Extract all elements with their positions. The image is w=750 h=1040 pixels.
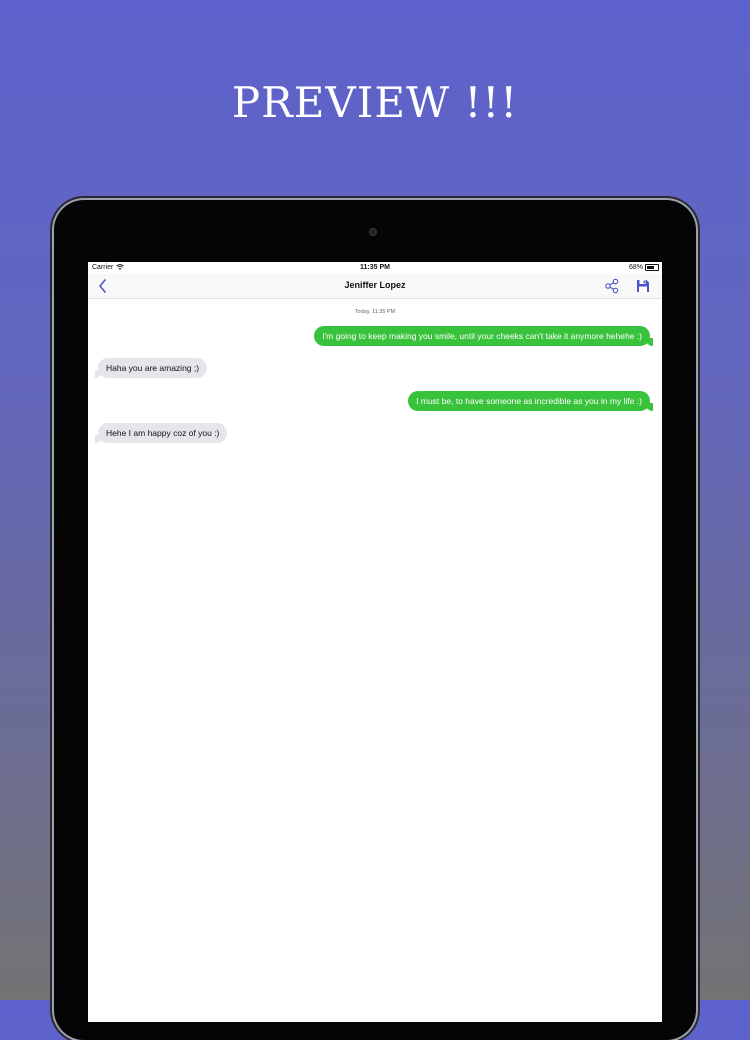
preview-headline: PREVIEW !!!	[231, 78, 519, 127]
chat-screen: Carrier 11:35 PM 68% Jeniffer Lopez Toda…	[88, 262, 662, 1022]
message-bubble-sent[interactable]: I must be, to have someone as incredible…	[408, 391, 653, 411]
share-icon	[605, 278, 619, 294]
navigation-bar: Jeniffer Lopez	[88, 274, 662, 299]
tablet-device: Carrier 11:35 PM 68% Jeniffer Lopez Toda…	[54, 200, 696, 1040]
message-bubble-sent[interactable]: I'm going to keep making you smile, unti…	[314, 326, 653, 346]
front-camera	[369, 228, 377, 236]
save-icon	[637, 280, 649, 292]
status-bar: Carrier 11:35 PM 68%	[88, 262, 662, 274]
save-button[interactable]	[635, 277, 651, 295]
message-bubble-received[interactable]: Haha you are amazing ;)	[94, 358, 208, 378]
battery-percent: 68%	[628, 264, 643, 271]
status-time: 11:35 PM	[360, 264, 390, 271]
share-button[interactable]	[604, 277, 620, 295]
battery-level	[647, 266, 654, 269]
message-bubble-received[interactable]: Hehe I am happy coz of you :)	[94, 423, 228, 443]
contact-name-title: Jeniffer Lopez	[344, 280, 406, 290]
message-date-label: Today, 11:35 PM	[354, 309, 396, 315]
battery-icon	[645, 264, 659, 271]
